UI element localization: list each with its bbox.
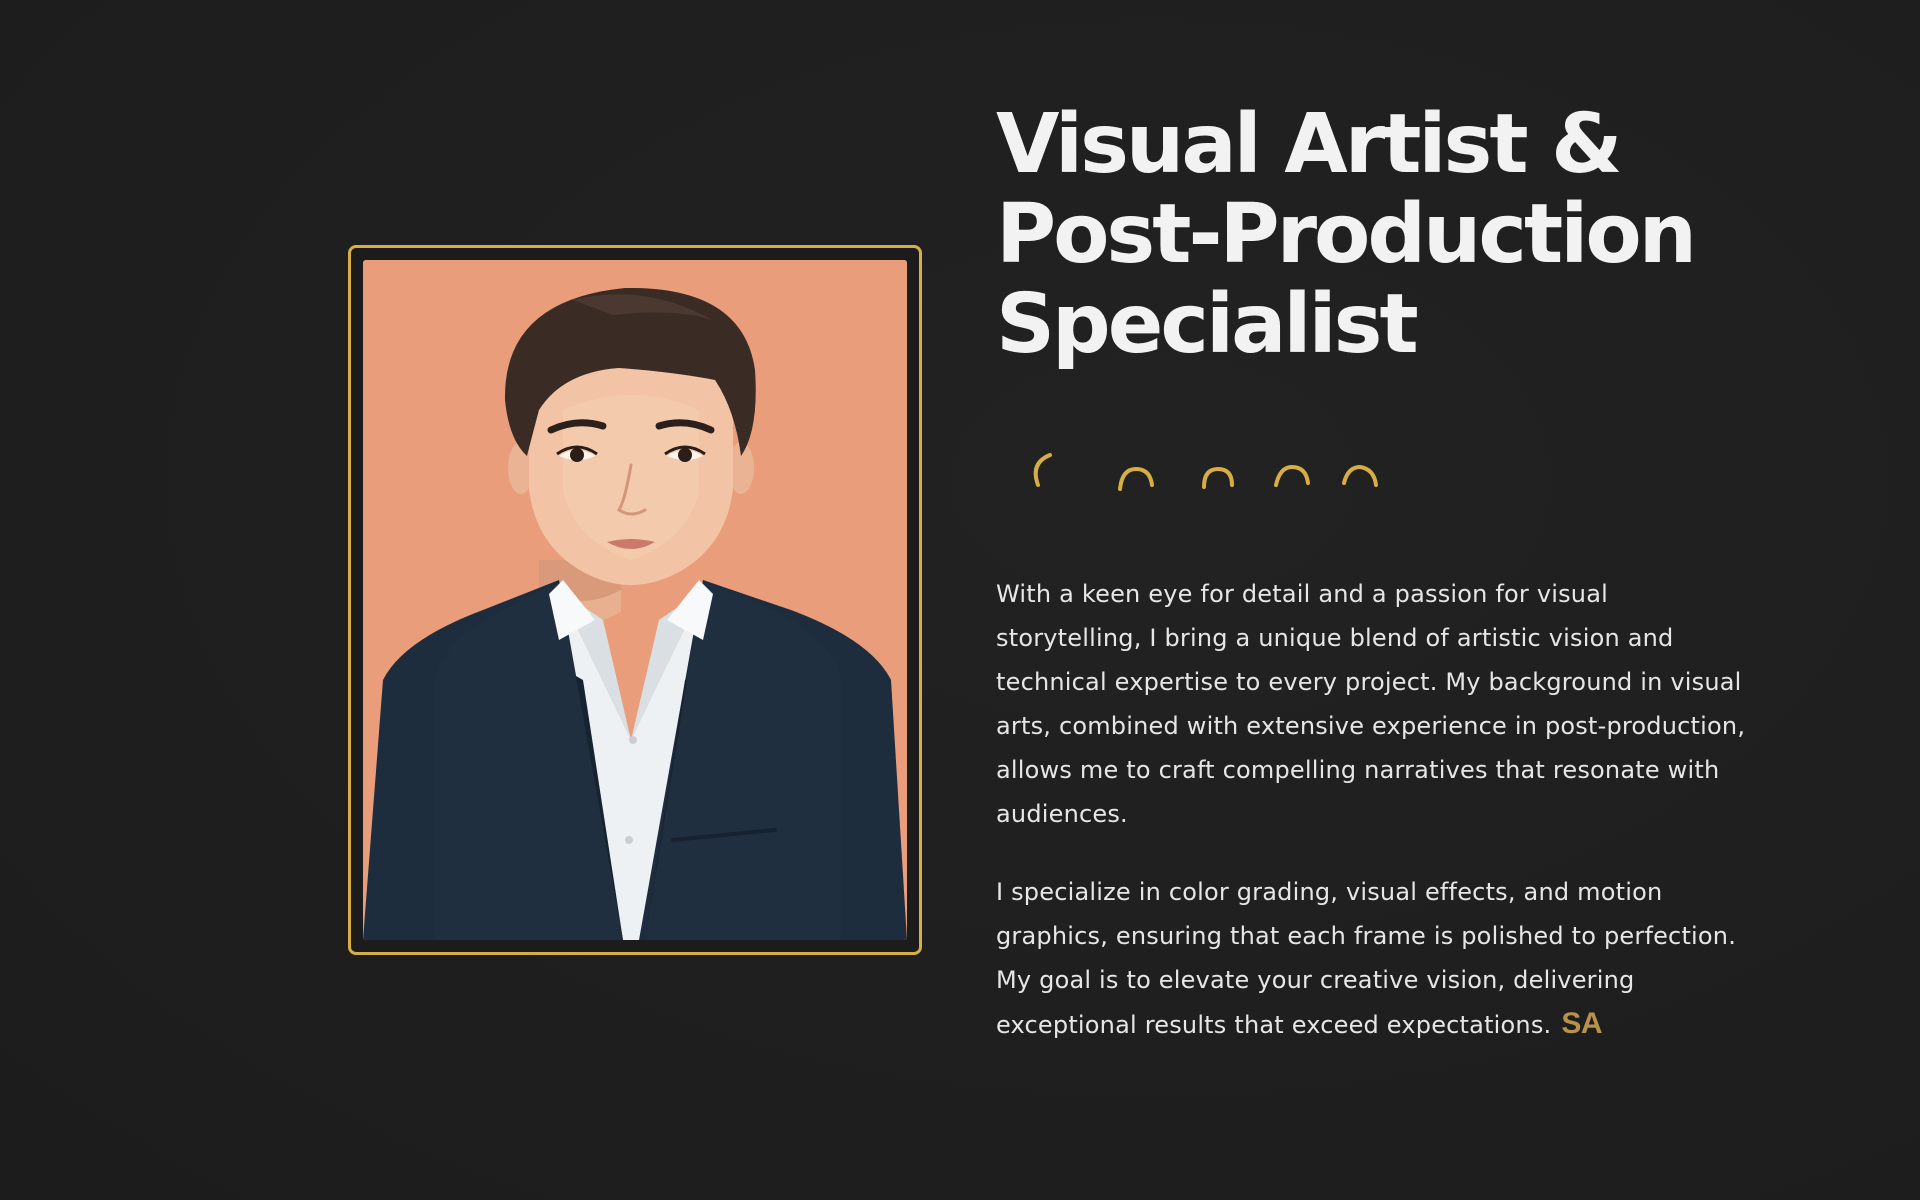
bio-paragraph-2: I specialize in color grading, visual ef… xyxy=(996,870,1756,1047)
bio-paragraph-1: With a keen eye for detail and a passion… xyxy=(996,572,1756,836)
loading-arcs-icon xyxy=(1033,453,1378,491)
portrait-illustration-icon xyxy=(363,260,907,940)
bio-paragraph-1-text: With a keen eye for detail and a passion… xyxy=(996,580,1746,828)
intro-section: Visual Artist & Post-Production Speciali… xyxy=(996,100,1756,1041)
portrait-image xyxy=(363,260,907,940)
title-line: Visual Artist & xyxy=(996,97,1623,192)
signature: SA xyxy=(1561,1007,1603,1040)
bio-paragraph-2-text: I specialize in color grading, visual ef… xyxy=(996,878,1737,1039)
bio-text: With a keen eye for detail and a passion… xyxy=(996,572,1756,1081)
title-line: Post-Production xyxy=(996,187,1697,282)
portrait-frame xyxy=(348,245,922,955)
about-page: Visual Artist & Post-Production Speciali… xyxy=(0,0,1920,1200)
title-line: Specialist xyxy=(996,277,1419,372)
page-title: Visual Artist & Post-Production Speciali… xyxy=(996,100,1756,370)
